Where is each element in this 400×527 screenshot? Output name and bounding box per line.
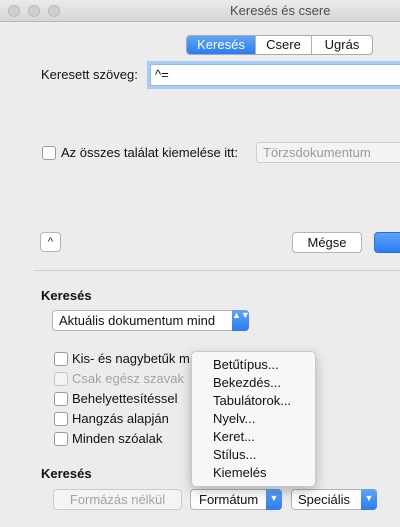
updown-arrows-icon: ▲▼ bbox=[232, 310, 250, 331]
find-next-button[interactable] bbox=[374, 232, 400, 253]
cancel-button[interactable]: Mégse bbox=[292, 232, 362, 253]
format-button-label: Formátum bbox=[199, 492, 259, 507]
mode-tabs: Keresés Csere Ugrás bbox=[186, 35, 373, 55]
tab-replace[interactable]: Csere bbox=[256, 36, 312, 54]
tab-goto[interactable]: Ugrás bbox=[312, 36, 372, 54]
chevron-down-icon: ▼ bbox=[361, 489, 377, 510]
match-case-label: Kis- és nagybetűk m bbox=[72, 351, 190, 366]
tab-find[interactable]: Keresés bbox=[187, 36, 256, 54]
find-input[interactable]: ^= bbox=[150, 64, 400, 86]
menu-item-style[interactable]: Stílus... bbox=[192, 446, 315, 464]
highlight-label: Az összes találat kiemelése itt: bbox=[61, 145, 239, 160]
highlight-checkbox[interactable] bbox=[42, 146, 56, 160]
menu-item-font[interactable]: Betűtípus... bbox=[192, 356, 315, 374]
sounds-like-checkbox[interactable] bbox=[54, 412, 68, 426]
format-button[interactable]: Formátum ▼ bbox=[190, 489, 282, 510]
all-word-forms-checkbox[interactable] bbox=[54, 432, 68, 446]
format-dropdown-menu: Betűtípus... Bekezdés... Tabulátorok... … bbox=[191, 351, 316, 487]
minimize-window-icon[interactable] bbox=[28, 5, 40, 17]
highlight-target-select[interactable]: Törzsdokumentum bbox=[256, 142, 400, 163]
find-label: Keresett szöveg: bbox=[41, 67, 138, 82]
chevron-down-icon: ▼ bbox=[266, 489, 282, 510]
format-section-title: Keresés bbox=[41, 466, 92, 481]
section-divider bbox=[34, 270, 400, 271]
close-window-icon[interactable] bbox=[8, 5, 20, 17]
wildcards-checkbox[interactable] bbox=[54, 392, 68, 406]
search-section-title: Keresés bbox=[41, 288, 92, 303]
menu-item-frame[interactable]: Keret... bbox=[192, 428, 315, 446]
sounds-like-label: Hangzás alapján bbox=[72, 411, 169, 426]
collapse-options-button[interactable]: ^ bbox=[40, 232, 61, 252]
match-case-checkbox[interactable] bbox=[54, 352, 68, 366]
search-scope-select[interactable]: Aktuális dokumentum mind ▲▼ bbox=[52, 310, 250, 331]
find-replace-window: Keresés és csere Keresés Csere Ugrás Ker… bbox=[0, 0, 400, 527]
no-formatting-button[interactable]: Formázás nélkül bbox=[53, 489, 182, 510]
search-scope-value: Aktuális dokumentum mind bbox=[59, 313, 216, 328]
menu-item-tabs[interactable]: Tabulátorok... bbox=[192, 392, 315, 410]
all-word-forms-label: Minden szóalak bbox=[72, 431, 163, 446]
whole-words-label: Csak egész szavak bbox=[72, 371, 184, 386]
whole-words-checkbox[interactable] bbox=[54, 372, 68, 386]
wildcards-label: Behelyettesítéssel bbox=[72, 391, 178, 406]
special-button[interactable]: Speciális ▼ bbox=[291, 489, 377, 510]
zoom-window-icon[interactable] bbox=[48, 5, 60, 17]
special-button-label: Speciális bbox=[298, 492, 351, 507]
menu-item-language[interactable]: Nyelv... bbox=[192, 410, 315, 428]
title-bar: Keresés és csere bbox=[0, 0, 400, 22]
window-title: Keresés és csere bbox=[230, 3, 331, 18]
menu-item-highlight[interactable]: Kiemelés bbox=[192, 464, 315, 482]
menu-item-paragraph[interactable]: Bekezdés... bbox=[192, 374, 315, 392]
